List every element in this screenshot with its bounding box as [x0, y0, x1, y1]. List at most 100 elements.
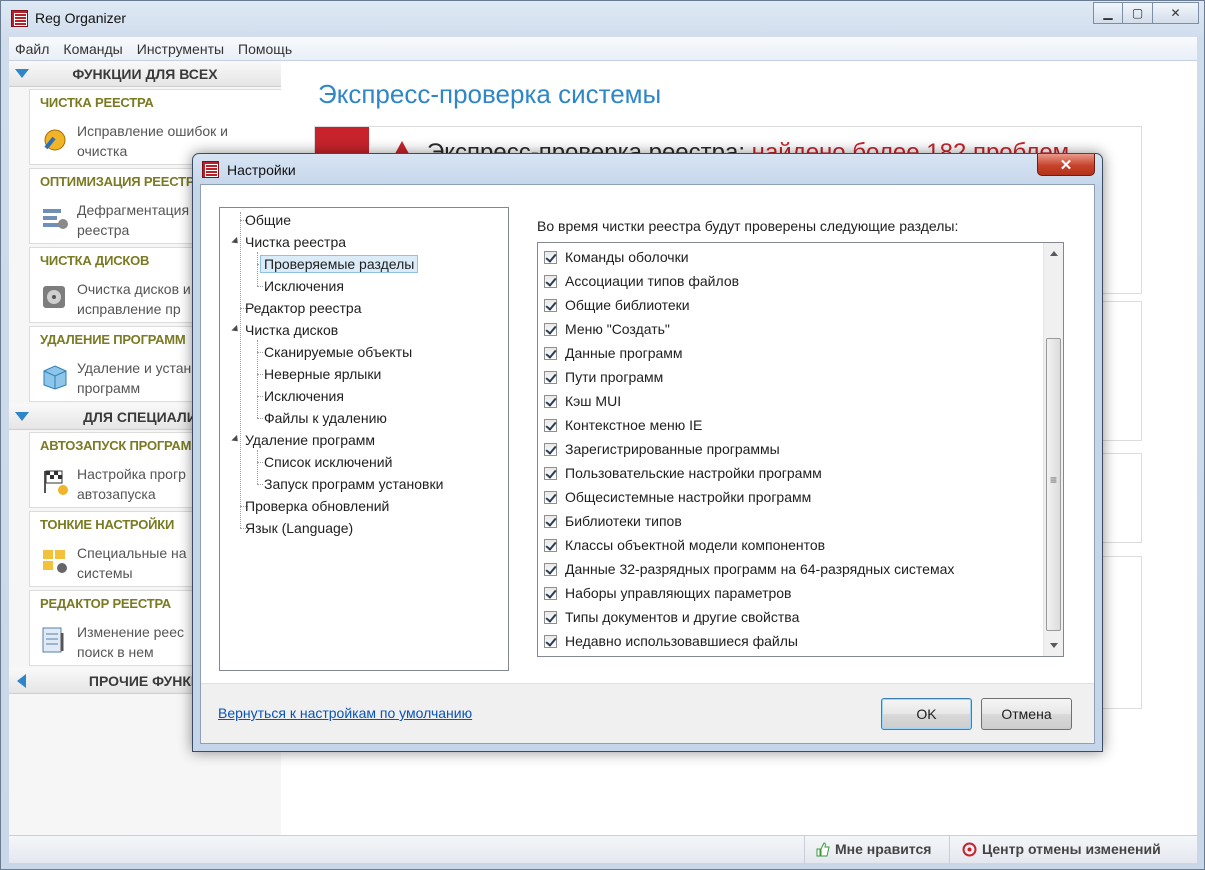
- tree-item-run-installers[interactable]: Запуск программ установки: [264, 476, 443, 492]
- tree-line: [257, 462, 263, 463]
- section-checkbox-row[interactable]: Общие библиотеки: [544, 293, 690, 317]
- checkbox[interactable]: [544, 586, 557, 600]
- tree-item-general[interactable]: Общие: [245, 212, 291, 228]
- close-button[interactable]: ✕: [1153, 2, 1199, 24]
- tree-line: [257, 418, 263, 419]
- menu-commands[interactable]: Команды: [63, 41, 122, 57]
- scroll-up-icon[interactable]: [1050, 251, 1058, 256]
- maximize-button[interactable]: ▢: [1123, 2, 1153, 24]
- tree-item-registry-editor[interactable]: Редактор реестра: [245, 300, 362, 316]
- checkbox[interactable]: [544, 394, 557, 408]
- checkbox-label: Недавно использовавшиеся файлы: [565, 633, 798, 649]
- menu-file[interactable]: Файл: [15, 41, 49, 57]
- uninstall-icon: [43, 365, 67, 390]
- tree-item-disk-exclusions[interactable]: Исключения: [264, 388, 344, 404]
- checkbox[interactable]: [544, 322, 557, 336]
- menu-help[interactable]: Помощь: [238, 41, 292, 57]
- checkbox-label: Меню "Создать": [565, 321, 670, 337]
- dialog-close-button[interactable]: ✕: [1037, 154, 1095, 176]
- tree-item-registry-exclusions[interactable]: Исключения: [264, 278, 344, 294]
- tree-item-check-updates[interactable]: Проверка обновлений: [245, 498, 389, 514]
- autorun-icon: [44, 470, 68, 495]
- checkbox[interactable]: [544, 418, 557, 432]
- checkbox[interactable]: [544, 490, 557, 504]
- dialog-title: Настройки: [227, 162, 296, 178]
- scroll-thumb[interactable]: [1046, 338, 1061, 631]
- title-bar: Reg Organizer ▁ ▢ ✕: [1, 1, 1204, 37]
- tree-line: [257, 396, 263, 397]
- checkbox[interactable]: [544, 250, 557, 264]
- checkbox[interactable]: [544, 298, 557, 312]
- checkbox[interactable]: [544, 466, 557, 480]
- tree-item-scanned-objects[interactable]: Сканируемые объекты: [264, 344, 412, 360]
- dialog-content: Общие Чистка реестра Проверяемые разделы…: [201, 185, 1094, 684]
- card-title: ЧИСТКА ДИСКОВ: [40, 253, 150, 268]
- card-title: РЕДАКТОР РЕЕСТРА: [40, 596, 171, 611]
- section-header-everyone[interactable]: ФУНКЦИИ ДЛЯ ВСЕХ: [9, 61, 281, 87]
- tree-item-invalid-shortcuts[interactable]: Неверные ярлыки: [264, 366, 381, 382]
- tree-item-registry-clean[interactable]: Чистка реестра: [245, 234, 346, 250]
- checkbox[interactable]: [544, 538, 557, 552]
- tree-item-files-to-delete[interactable]: Файлы к удалению: [264, 410, 387, 426]
- undo-center-icon: [962, 842, 977, 857]
- tree-item-exclusion-list[interactable]: Список исключений: [264, 454, 392, 470]
- status-separator: [949, 836, 950, 864]
- checkbox[interactable]: [544, 370, 557, 384]
- checkbox-label: Ассоциации типов файлов: [565, 273, 740, 289]
- ok-button[interactable]: OK: [881, 698, 972, 730]
- scroll-down-icon[interactable]: [1050, 643, 1058, 648]
- section-checkbox-row[interactable]: Данные программ: [544, 341, 683, 365]
- card-title: УДАЛЕНИЕ ПРОГРАММ: [40, 332, 186, 347]
- section-label: ФУНКЦИИ ДЛЯ ВСЕХ: [72, 66, 218, 82]
- section-checkbox-row[interactable]: Меню "Создать": [544, 317, 670, 341]
- checkbox[interactable]: [544, 514, 557, 528]
- checkbox-label: Данные программ: [565, 345, 683, 361]
- tree-line: [257, 252, 258, 286]
- tree-line: [257, 484, 263, 485]
- tree-item-uninstall[interactable]: Удаление программ: [245, 432, 375, 448]
- section-checkbox-row[interactable]: Пользовательские настройки программ: [544, 461, 822, 485]
- section-checkbox-row[interactable]: Общесистемные настройки программ: [544, 485, 811, 509]
- section-checkbox-row[interactable]: Библиотеки типов: [544, 509, 682, 533]
- checkbox[interactable]: [544, 610, 557, 624]
- window-controls: ▁ ▢ ✕: [1093, 2, 1199, 24]
- registry-clean-icon: [44, 129, 66, 151]
- reset-defaults-link[interactable]: Вернуться к настройкам по умолчанию: [218, 705, 472, 721]
- section-checkbox-row[interactable]: Пути программ: [544, 365, 663, 389]
- section-checkbox-row[interactable]: Наборы управляющих параметров: [544, 581, 792, 605]
- section-checkbox-row[interactable]: Данные 32-разрядных программ на 64-разря…: [544, 557, 954, 581]
- checkbox-label: Пути программ: [565, 369, 664, 385]
- tree-item-disk-clean[interactable]: Чистка дисков: [245, 322, 338, 338]
- tree-line: [257, 352, 263, 353]
- vertical-scrollbar[interactable]: [1043, 243, 1063, 656]
- reg-organizer-logo-icon: [202, 161, 219, 178]
- section-checkbox-row[interactable]: Контекстное меню IE: [544, 413, 702, 437]
- settings-dialog: Настройки ✕ Общие Чистка реестра Проверя…: [192, 153, 1103, 752]
- checkbox-label: Библиотеки типов: [565, 513, 682, 529]
- section-checkbox-row[interactable]: Кэш MUI: [544, 389, 621, 413]
- like-button[interactable]: Мне нравится: [835, 841, 931, 857]
- cancel-button[interactable]: Отмена: [981, 698, 1072, 730]
- section-checkbox-row[interactable]: Зарегистрированные программы: [544, 437, 780, 461]
- checkbox-label: Команды оболочки: [565, 249, 689, 265]
- minimize-button[interactable]: ▁: [1093, 2, 1123, 24]
- checkbox[interactable]: [544, 274, 557, 288]
- tree-item-language[interactable]: Язык (Language): [245, 520, 353, 536]
- checkbox[interactable]: [544, 634, 557, 648]
- tree-item-checked-sections[interactable]: Проверяемые разделы: [260, 255, 419, 273]
- undo-center-button[interactable]: Центр отмены изменений: [982, 841, 1161, 857]
- menu-tools[interactable]: Инструменты: [137, 41, 224, 57]
- checkbox[interactable]: [544, 442, 557, 456]
- tree-line: [240, 212, 241, 528]
- page-title: Экспресс-проверка системы: [318, 79, 662, 109]
- registry-editor-icon: [42, 627, 64, 653]
- section-checkbox-row[interactable]: Недавно использовавшиеся файлы: [544, 629, 798, 653]
- section-checkbox-row[interactable]: Типы документов и другие свойства: [544, 605, 799, 629]
- defrag-icon: [43, 209, 68, 229]
- section-checkbox-row[interactable]: Ассоциации типов файлов: [544, 269, 739, 293]
- checkbox-label: Наборы управляющих параметров: [565, 585, 792, 601]
- section-checkbox-row[interactable]: Команды оболочки: [544, 245, 689, 269]
- checkbox[interactable]: [544, 562, 557, 576]
- checkbox[interactable]: [544, 346, 557, 360]
- section-checkbox-row[interactable]: Классы объектной модели компонентов: [544, 533, 825, 557]
